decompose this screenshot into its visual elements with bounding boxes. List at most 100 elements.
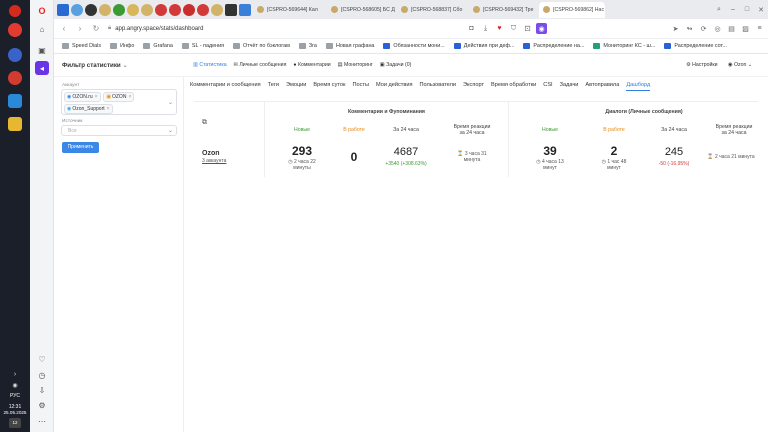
app-red-icon[interactable] <box>8 23 22 37</box>
nav-monitoring[interactable]: ▤ Мониторинг <box>338 62 373 68</box>
pinned-tab-amazon-icon[interactable] <box>225 3 237 16</box>
sync-icon[interactable]: ⟳ <box>698 23 709 34</box>
pinned-tab-icon[interactable] <box>239 3 251 16</box>
opera-logo-icon[interactable]: O <box>35 4 49 18</box>
source-select[interactable]: Все ⌄ <box>61 125 177 136</box>
search-tabs-icon[interactable]: ⌕ <box>712 6 726 14</box>
tab-5-active[interactable]: [CSPRO-569862] Нас <box>539 1 605 18</box>
send-icon[interactable]: ➤ <box>670 23 681 34</box>
settings-link[interactable]: ⚙ Настройки <box>686 62 718 68</box>
settings-icon[interactable]: ⚙ <box>35 398 49 412</box>
clock-date[interactable]: 25.05.2025 <box>0 410 30 415</box>
subtab-emotions[interactable]: Эмоции <box>286 82 306 91</box>
bookmark-backlog-report[interactable]: Отчёт по бэклогам <box>233 43 290 49</box>
menu-icon[interactable]: ≡ <box>754 23 765 34</box>
language-indicator[interactable]: РУС <box>0 393 30 399</box>
extension-icon[interactable]: ⚀ <box>522 23 533 34</box>
g2-new-value[interactable]: 39 <box>530 144 570 158</box>
remove-chip-icon[interactable]: × <box>107 106 110 112</box>
filter-title[interactable]: Фильтр статистики ⌄ <box>62 62 128 69</box>
bookmark-sl[interactable]: SL - падения <box>181 43 224 49</box>
pinned-tab-icon[interactable] <box>113 3 125 16</box>
remove-chip-icon[interactable]: × <box>128 94 131 100</box>
wifi-icon[interactable]: ◉ <box>0 382 30 389</box>
user-menu[interactable]: ◉ Ozon ⌄ <box>728 62 752 68</box>
chevron-up-icon[interactable]: › <box>0 371 30 378</box>
reader-icon[interactable]: ▤ <box>726 23 737 34</box>
account-name[interactable]: Ozon <box>202 150 220 157</box>
close-icon[interactable]: ✕ <box>754 6 768 14</box>
more-icon[interactable]: ⋯ <box>35 414 49 428</box>
app-blue-icon[interactable] <box>8 48 22 62</box>
pinned-tab-icon[interactable] <box>141 3 153 16</box>
tab-4[interactable]: [CSPRO-569432] Тре <box>469 2 537 18</box>
g2-work-value[interactable]: 2 <box>594 144 634 158</box>
folder-icon[interactable] <box>8 117 22 131</box>
downloads-icon[interactable]: ⇩ <box>35 383 49 397</box>
notification-badge[interactable]: 12 <box>9 418 21 428</box>
aria-icon[interactable]: ◂ <box>35 61 49 75</box>
account-multiselect[interactable]: ◉ OZON.ru × ▣ OZON × ◉ Ozon_Support × ⌄ <box>61 89 177 115</box>
opera-icon[interactable] <box>9 5 21 17</box>
nav-comments[interactable]: ● Комментарии <box>293 62 330 68</box>
pinned-tab-icon[interactable] <box>183 3 195 16</box>
url-field[interactable]: 🔒︎ app.angry.space/stats/dashboard <box>102 22 466 36</box>
bookmark-new-grafana[interactable]: Новая графана <box>325 43 374 49</box>
g1-new-value[interactable]: 293 <box>282 144 322 158</box>
history-icon[interactable]: ◷ <box>35 368 49 382</box>
snapshot-icon[interactable]: ▨ <box>740 23 751 34</box>
bookmark-zga[interactable]: Зга <box>298 43 317 49</box>
pinned-tab-icon[interactable] <box>85 3 97 16</box>
remove-chip-icon[interactable]: × <box>95 94 98 100</box>
back-icon[interactable]: ‹ <box>58 24 70 33</box>
bookmark-grafana[interactable]: Grafana <box>143 43 173 49</box>
minimize-icon[interactable]: – <box>726 6 740 13</box>
bookmark-staff-distribution[interactable]: Распределение сот... <box>664 43 727 49</box>
subtab-autorules[interactable]: Автоправила <box>585 82 619 91</box>
heart-icon[interactable]: ♡ <box>35 352 49 366</box>
subtab-tasks[interactable]: Задачи <box>560 82 579 91</box>
nav-tasks[interactable]: ▣ Задачи (0) <box>380 62 412 68</box>
subtab-time-of-day[interactable]: Время суток <box>313 82 345 91</box>
heart-filled-icon[interactable]: ♥ <box>494 23 505 34</box>
camera-icon[interactable]: ◘ <box>466 23 477 34</box>
bookmark-monitoring[interactable]: Мониторинг КС - ш... <box>593 43 655 49</box>
pinned-tab-icon[interactable] <box>99 3 111 16</box>
subtab-dashboard[interactable]: Дашборд <box>626 82 651 91</box>
pinned-tab-icon[interactable] <box>197 3 209 16</box>
subtab-my-actions[interactable]: Мои действия <box>376 82 413 91</box>
tab-2[interactable]: [CSPRO-568605] БС Д <box>327 2 395 18</box>
app-opera-gx-icon[interactable] <box>8 71 22 85</box>
vpn-icon[interactable]: ◎ <box>712 23 723 34</box>
nav-statistics[interactable]: ▥ Статистика <box>193 62 227 68</box>
subtab-users[interactable]: Пользователи <box>419 82 456 91</box>
bookmark-info[interactable]: Инфо <box>110 43 134 49</box>
pinned-tab-outlook-icon[interactable] <box>57 3 69 16</box>
nav-direct-messages[interactable]: ✉ Личные сообщения <box>234 62 287 68</box>
profile-icon[interactable]: ◉ <box>536 23 547 34</box>
subtab-csi[interactable]: CSI <box>543 82 552 91</box>
link-icon[interactable]: ↬ <box>684 23 695 34</box>
download-icon[interactable]: ⤓ <box>480 23 491 34</box>
pinned-tab-icon[interactable] <box>169 3 181 16</box>
bookmark-duties[interactable]: Обязанности мони... <box>383 43 445 49</box>
tabs-icon[interactable]: ▣ <box>35 43 49 57</box>
apply-button[interactable]: Применить <box>62 142 99 153</box>
g1-work-value[interactable]: 0 <box>334 150 374 164</box>
bookmark-speed-dials[interactable]: Speed Dials <box>62 43 101 49</box>
forward-icon[interactable]: › <box>74 24 86 33</box>
bookmark-actions[interactable]: Действия при деф... <box>453 43 514 49</box>
subtab-comments-messages[interactable]: Комментарии и сообщения <box>190 82 261 91</box>
home-icon[interactable]: ⌂ <box>35 22 49 36</box>
pinned-tab-icon[interactable] <box>155 3 167 16</box>
pinned-tab-icon[interactable] <box>127 3 139 16</box>
bookmark-distribution[interactable]: Распределение на... <box>523 43 584 49</box>
shield-icon[interactable]: ⛉ <box>508 23 519 34</box>
maximize-icon[interactable]: □ <box>740 6 754 13</box>
subtab-posts[interactable]: Посты <box>352 82 369 91</box>
reload-icon[interactable]: ↻ <box>90 24 102 33</box>
app-files-icon[interactable] <box>8 94 22 108</box>
external-link-icon[interactable]: ⧉ <box>202 119 207 127</box>
subtab-processing-time[interactable]: Время обработки <box>491 82 536 91</box>
account-count[interactable]: 3 аккаунта <box>202 158 226 164</box>
